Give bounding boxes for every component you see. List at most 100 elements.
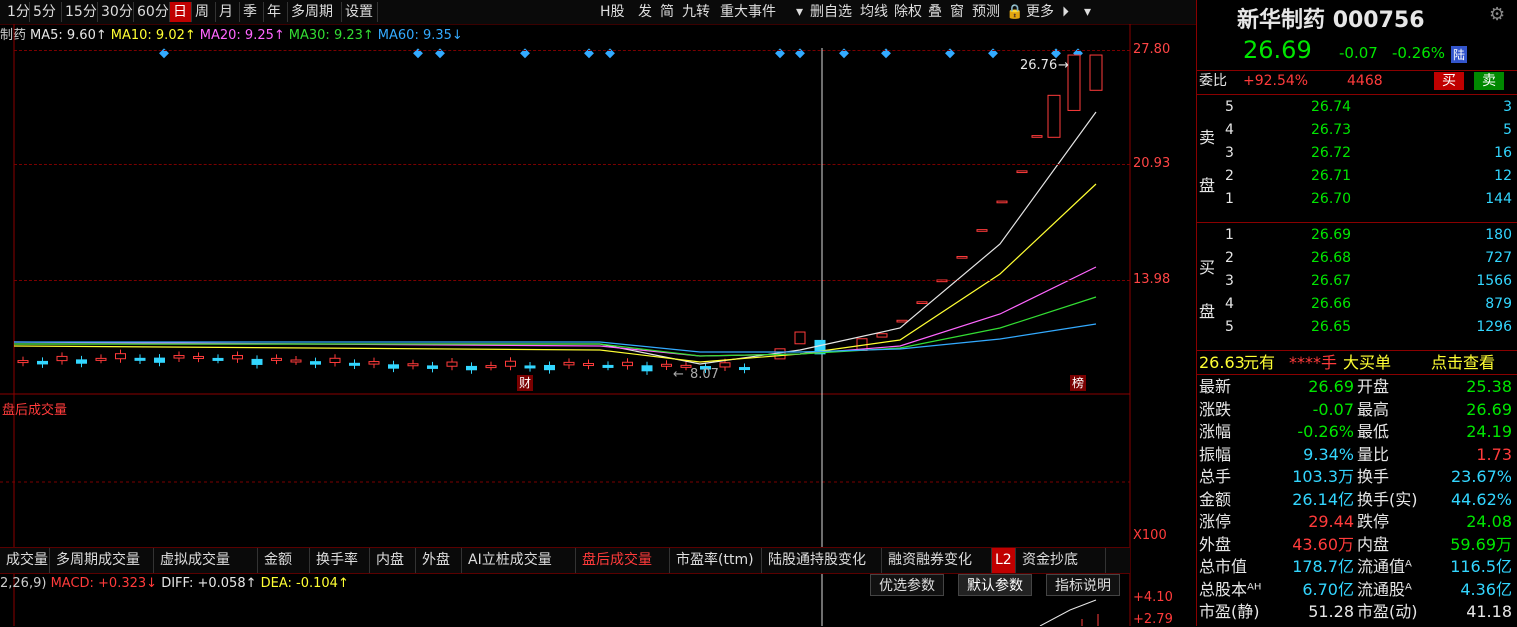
finance-marker[interactable]: 财 (517, 375, 533, 391)
buy_side-price: 26.68 (1311, 250, 1352, 266)
candle-body-32 (641, 365, 653, 372)
period-tab-8[interactable]: 季 (240, 2, 264, 22)
quote-row-1: 涨跌 -0.07 最高 26.69 (1197, 399, 1517, 421)
indicator-tab-9[interactable]: 市盈率(ttm) (670, 548, 762, 573)
big-order-link[interactable]: 点击查看 (1431, 352, 1495, 374)
candle-body-0 (17, 360, 29, 364)
toolbar-right-item-8[interactable]: 除权 (890, 2, 926, 22)
ranking-marker[interactable]: 榜 (1070, 375, 1086, 391)
indicator-tab-0[interactable]: 成交量 (0, 548, 50, 573)
sell-button[interactable]: 卖 (1474, 72, 1504, 90)
buy_side-level: 4 (1225, 296, 1234, 312)
rally-candle-8 (956, 255, 968, 259)
sell_side-level: 4 (1225, 122, 1234, 138)
macd-legend: 2,26,9) MACD: +0.323↓ DIFF: +0.058↑ DEA:… (0, 576, 349, 591)
toolbar-right-item-3[interactable]: 九转 (678, 2, 714, 22)
period-tab-2[interactable]: 15分 (62, 2, 98, 22)
buy_side-price: 26.65 (1311, 319, 1352, 335)
default-params-button[interactable]: 默认参数 (958, 574, 1032, 596)
indicator-tab-7[interactable]: AI立桩成交量 (462, 548, 576, 573)
buy_side-row-1[interactable]: 2 26.68 727 (1197, 247, 1517, 269)
toolbar-right-item-7[interactable]: 均线 (856, 2, 892, 22)
quote-row-7: 外盘 43.60万 内盘 59.69万 (1197, 534, 1517, 556)
candle-body-23 (466, 365, 477, 371)
period-tab-4[interactable]: 60分 (134, 2, 170, 22)
toolbar-right-item-5[interactable]: ▾ (792, 2, 807, 22)
rally-candle-10 (996, 200, 1008, 204)
quote-l-9: 总股本ᴬᴴ (1199, 579, 1262, 599)
optimal-params-button[interactable]: 优选参数 (870, 574, 944, 596)
buy_side-level: 2 (1225, 250, 1234, 266)
quote-row-8: 总市值 178.7亿 流通值ᴬ 116.5亿 (1197, 556, 1517, 578)
candle-body-19 (388, 364, 399, 369)
indicator-tab-8[interactable]: 盘后成交量 (576, 548, 670, 573)
sell_side-row-3[interactable]: 2 26.71 12 (1197, 165, 1517, 187)
toolbar-right-item-15[interactable]: ▾ (1080, 2, 1095, 22)
quote-v2-2: 24.19 (1466, 422, 1512, 441)
sell_side-row-4[interactable]: 1 26.70 144 (1197, 188, 1517, 210)
quote-v2-4: 23.67% (1450, 467, 1512, 486)
indicator-help-button[interactable]: 指标说明 (1046, 574, 1120, 596)
period-tab-11[interactable]: 设置 (342, 2, 378, 22)
indicator-tab-1[interactable]: 多周期成交量 (50, 548, 154, 573)
indicator-tab-12[interactable]: L2 (992, 548, 1016, 573)
toolbar-right-item-11[interactable]: 预测 (968, 2, 1004, 22)
period-tab-1[interactable]: 5分 (30, 2, 62, 22)
toolbar-right-item-10[interactable]: 窗 (946, 2, 968, 22)
quote-l2-5: 换手(实) (1357, 489, 1418, 509)
indicator-tab-4[interactable]: 换手率 (310, 548, 370, 573)
period-tab-9[interactable]: 年 (264, 2, 288, 22)
sell_side-row-2[interactable]: 3 26.72 16 (1197, 142, 1517, 164)
indicator-tab-2[interactable]: 虚拟成交量 (154, 548, 258, 573)
sell_side-level: 5 (1225, 99, 1234, 115)
quote-v-1: -0.07 (1312, 399, 1354, 419)
sell_side-price: 26.74 (1311, 99, 1352, 115)
candle-body-12 (251, 358, 263, 365)
toolbar-right-item-6[interactable]: 删自选 (806, 2, 856, 22)
toolbar-right-item-9[interactable]: 叠 (924, 2, 946, 22)
sell_side-price: 26.70 (1311, 191, 1352, 207)
buy_side-row-4[interactable]: 5 26.65 1296 (1197, 316, 1517, 338)
indicator-tab-10[interactable]: 陆股通持股变化 (762, 548, 882, 573)
candle-body-3 (76, 359, 87, 364)
toolbar-right-item-4[interactable]: 重大事件 (716, 2, 780, 22)
buy_side-row-2[interactable]: 3 26.67 1566 (1197, 270, 1517, 292)
buy_side-row-0[interactable]: 1 26.69 180 (1197, 224, 1517, 246)
toolbar-right-item-0[interactable]: H股 (596, 2, 629, 22)
toolbar-right-item-2[interactable]: 简 (656, 2, 678, 22)
toolbar-right-item-13[interactable]: 更多 (1022, 2, 1058, 22)
quote-l2-9: 流通股ᴬ (1357, 579, 1412, 599)
indicator-tab-5[interactable]: 内盘 (370, 548, 416, 573)
kline-chart[interactable] (0, 24, 1196, 626)
toolbar-right-item-14[interactable]: ⏵ (1058, 2, 1073, 22)
candle-body-26 (524, 365, 536, 369)
sell_side-price: 26.73 (1311, 122, 1352, 138)
buy_side-row-3[interactable]: 4 26.66 879 (1197, 293, 1517, 315)
quote-v-2: -0.26% (1297, 422, 1354, 441)
buy_side-vol: 1296 (1476, 319, 1512, 335)
indicator-tab-6[interactable]: 外盘 (416, 548, 462, 573)
quote-l2-10: 市盈(动) (1357, 602, 1418, 621)
period-tab-6[interactable]: 周 (192, 2, 216, 22)
period-tab-5[interactable]: 日 (170, 2, 192, 22)
indicator-tab-3[interactable]: 金额 (258, 548, 310, 573)
sell_side-row-1[interactable]: 4 26.73 5 (1197, 119, 1517, 141)
period-tab-10[interactable]: 多周期 (288, 2, 342, 22)
period-tab-3[interactable]: 30分 (98, 2, 134, 22)
indicator-tabs: 成交量 多周期成交量 虚拟成交量 金额 换手率 内盘 外盘 AI立桩成交量 盘后成交量 市盈率(t… (0, 547, 1130, 574)
buy-button[interactable]: 买 (1434, 72, 1464, 90)
period-tab-0[interactable]: 1分 (4, 2, 30, 22)
quote-row-9: 总股本ᴬᴴ 6.70亿 流通股ᴬ 4.36亿 (1197, 579, 1517, 601)
period-tab-7[interactable]: 月 (216, 2, 240, 22)
big-order-row[interactable]: 26.63 元有 ****手 大买单 点击查看 (1197, 352, 1517, 374)
gear-icon[interactable]: ⚙ (1489, 4, 1505, 25)
indicator-tab-13[interactable]: 资金抄底 (1016, 548, 1106, 573)
quote-v-8: 178.7亿 (1292, 557, 1354, 576)
quote-l-5: 金额 (1199, 489, 1232, 509)
toolbar-right-item-1[interactable]: 发 (634, 2, 656, 22)
sell_side-price: 26.72 (1311, 145, 1352, 161)
indicator-tab-11[interactable]: 融资融券变化 (882, 548, 992, 573)
weibi-pct: +92.54% (1243, 73, 1309, 89)
sell_side-row-0[interactable]: 5 26.74 3 (1197, 96, 1517, 118)
candle-body-10 (212, 357, 224, 361)
